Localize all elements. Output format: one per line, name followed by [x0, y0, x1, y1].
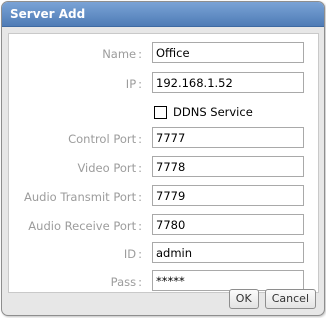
server-add-dialog: Server Add Name: Office IP: 192.168.1.52… [1, 1, 325, 316]
id-field[interactable]: admin [152, 242, 304, 263]
ddns-service-label: DDNS Service [173, 105, 253, 119]
ddns-service-row[interactable]: DDNS Service [154, 104, 253, 120]
cancel-button[interactable]: Cancel [264, 289, 316, 309]
ok-button[interactable]: OK [228, 289, 259, 309]
form-body: Name: Office IP: 192.168.1.52 DDNS Servi… [8, 33, 319, 293]
ddns-service-checkbox[interactable] [154, 105, 167, 119]
pass-label: Pass: [110, 275, 142, 289]
audio-receive-port-field[interactable]: 7780 [152, 214, 304, 235]
video-port-label: Video Port: [77, 161, 142, 175]
audio-transmit-port-field[interactable]: 7779 [152, 185, 304, 206]
control-port-label: Control Port: [68, 132, 142, 146]
ip-field[interactable]: 192.168.1.52 [152, 72, 304, 93]
dialog-buttons: OK Cancel [228, 289, 316, 309]
name-label: Name: [102, 47, 142, 61]
password-field[interactable]: ***** [152, 270, 304, 291]
control-port-field[interactable]: 7777 [152, 127, 304, 148]
id-label: ID: [123, 247, 142, 261]
name-field[interactable]: Office [152, 42, 304, 63]
dialog-title: Server Add [2, 2, 324, 27]
video-port-field[interactable]: 7778 [152, 156, 304, 177]
ip-label: IP: [125, 77, 142, 91]
audio-receive-port-label: Audio Receive Port: [28, 219, 142, 233]
audio-transmit-port-label: Audio Transmit Port: [24, 190, 142, 204]
